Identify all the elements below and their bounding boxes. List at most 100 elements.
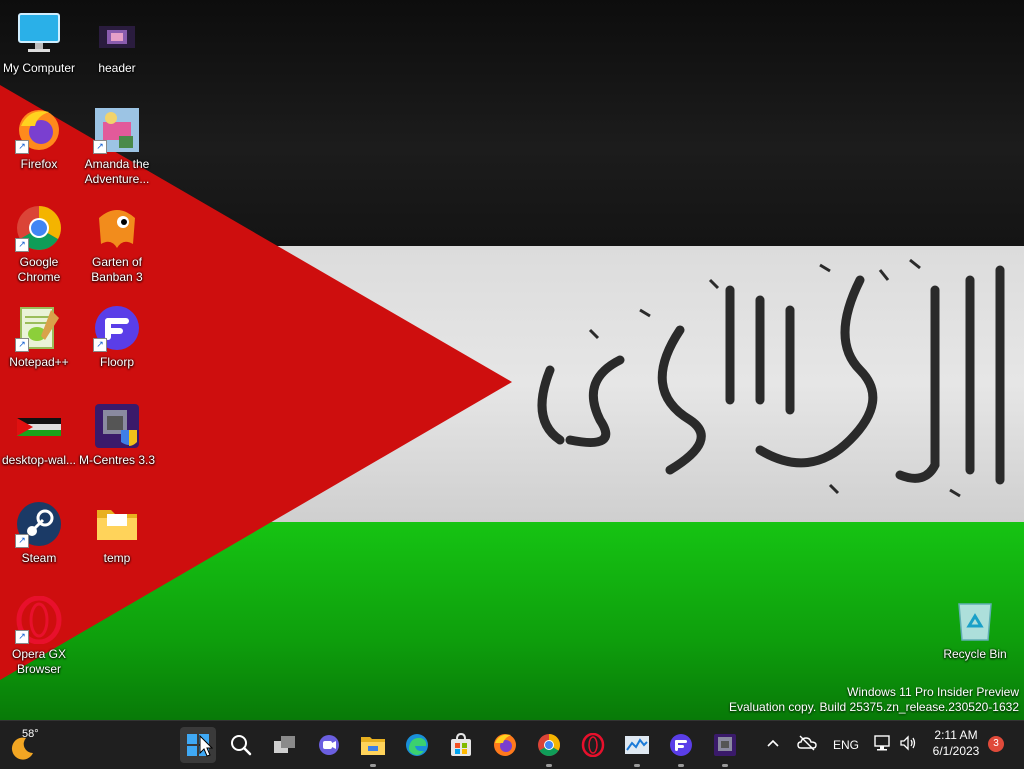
- desktop-icon-my-computer[interactable]: My Computer: [0, 10, 78, 76]
- desktop-icon-notepad-plus-plus[interactable]: ↗ Notepad++: [0, 304, 78, 370]
- search-button[interactable]: [225, 729, 257, 761]
- shortcut-arrow-icon: ↗: [93, 140, 107, 154]
- network-icon: [874, 735, 890, 751]
- onedrive-button[interactable]: [797, 735, 819, 755]
- task-manager-button[interactable]: [621, 729, 653, 767]
- desktop-icon-label: Recycle Bin: [943, 647, 1007, 661]
- desktop-icon-google-chrome[interactable]: ↗ Google Chrome: [0, 204, 78, 285]
- game-icon: [93, 204, 141, 252]
- chat-button[interactable]: [313, 729, 345, 761]
- installer-icon: [93, 402, 141, 450]
- m-centres-taskbar-button[interactable]: [709, 729, 741, 767]
- opera-taskbar-button[interactable]: [577, 729, 609, 761]
- file-explorer-icon: [361, 737, 385, 755]
- file-explorer-button[interactable]: [357, 729, 389, 767]
- running-indicator: [370, 764, 376, 767]
- desktop-icon-header[interactable]: header: [78, 10, 156, 76]
- watermark-line-1: Windows 11 Pro Insider Preview: [847, 685, 1019, 699]
- language-indicator[interactable]: ENG: [833, 738, 859, 752]
- clock-date: 6/1/2023: [932, 744, 980, 758]
- mouse-cursor-icon: [199, 735, 213, 757]
- firefox-taskbar-button[interactable]: [489, 729, 521, 761]
- clock-time: 2:11 AM: [934, 728, 978, 742]
- running-indicator: [546, 764, 552, 767]
- clock[interactable]: 2:11 AM 6/1/2023: [928, 727, 984, 759]
- notification-badge[interactable]: 3: [988, 736, 1004, 752]
- steam-icon: ↗: [15, 500, 63, 548]
- calligraphy-artwork: [537, 258, 1005, 498]
- watermark-line-2: Evaluation copy. Build 25375.zn_release.…: [729, 700, 1019, 714]
- desktop-icon-label: Notepad++: [9, 355, 69, 369]
- volume-button[interactable]: [899, 734, 919, 754]
- desktop-icon-m-centres[interactable]: M-Centres 3.3: [78, 402, 156, 468]
- firefox-icon: [494, 734, 516, 756]
- evaluation-watermark: Windows 11 Pro Insider Preview Evaluatio…: [729, 685, 1019, 715]
- shortcut-arrow-icon: ↗: [15, 140, 29, 154]
- desktop-icon-label: Steam: [21, 551, 57, 565]
- chat-icon: [319, 735, 339, 755]
- desktop-icon-label: Floorp: [99, 355, 134, 369]
- desktop-icon-label: Firefox: [20, 157, 58, 171]
- show-hidden-icons-button[interactable]: [766, 735, 784, 755]
- running-indicator: [634, 764, 640, 767]
- running-indicator: [722, 764, 728, 767]
- desktop-icon-label: Google Chrome: [17, 255, 61, 284]
- desktop-icon-steam[interactable]: ↗ Steam: [0, 500, 78, 566]
- task-view-icon: [274, 736, 295, 753]
- desktop-icon-label: temp: [103, 551, 131, 565]
- chrome-icon: ↗: [15, 204, 63, 252]
- store-button[interactable]: [445, 729, 477, 761]
- desktop-icon-label: Garten of Banban 3: [91, 255, 143, 284]
- shortcut-arrow-icon: ↗: [15, 534, 29, 548]
- image-file-icon: [93, 10, 141, 58]
- game-icon: ↗: [93, 106, 141, 154]
- task-view-button[interactable]: [269, 729, 301, 761]
- desktop-icon-amanda[interactable]: ↗ Amanda the Adventure...: [78, 106, 156, 187]
- desktop-icon-label: Amanda the Adventure...: [84, 157, 150, 186]
- desktop-icon-label: My Computer: [2, 61, 76, 75]
- floorp-taskbar-button[interactable]: [665, 729, 697, 767]
- weather-widget[interactable]: 58°: [8, 727, 58, 763]
- edge-button[interactable]: [401, 729, 433, 761]
- desktop-icon-temp[interactable]: temp: [78, 500, 156, 566]
- chrome-taskbar-button[interactable]: [533, 729, 565, 767]
- network-status-button[interactable]: [874, 734, 894, 754]
- shortcut-arrow-icon: ↗: [15, 338, 29, 352]
- store-icon: [451, 733, 471, 756]
- recycle-bin-icon: [951, 596, 999, 644]
- shortcut-arrow-icon: ↗: [93, 338, 107, 352]
- desktop-icon-recycle-bin[interactable]: Recycle Bin: [936, 596, 1014, 662]
- task-manager-icon: [625, 736, 649, 754]
- desktop-icon-garten-of-banban[interactable]: Garten of Banban 3: [78, 204, 156, 285]
- taskbar: 58° ENG 2:11 AM 6/1/2023 3: [0, 720, 1024, 769]
- opera-icon: ↗: [15, 595, 63, 645]
- desktop-icon-opera-gx[interactable]: ↗ Opera GX Browser: [0, 595, 78, 677]
- installer-icon: [714, 734, 736, 756]
- chevron-up-icon: [767, 739, 779, 747]
- shortcut-arrow-icon: ↗: [15, 238, 29, 252]
- desktop-icon-desktop-wallpaper[interactable]: desktop-wal...: [0, 402, 78, 468]
- desktop-icon-label: desktop-wal...: [1, 453, 77, 467]
- cloud-offline-icon: [797, 735, 817, 751]
- firefox-icon: ↗: [15, 106, 63, 154]
- desktop-icon-firefox[interactable]: ↗ Firefox: [0, 106, 78, 172]
- opera-icon: [581, 733, 605, 757]
- search-icon: [231, 735, 252, 756]
- edge-icon: [406, 734, 428, 756]
- desktop-icon-label: Opera GX Browser: [11, 647, 67, 676]
- floorp-icon: [670, 734, 692, 756]
- floorp-icon: ↗: [93, 304, 141, 352]
- image-file-icon: [15, 402, 63, 450]
- notification-count: 3: [993, 738, 999, 749]
- monitor-icon: [15, 10, 63, 58]
- desktop-icon-label: header: [98, 61, 136, 75]
- notepad-icon: ↗: [15, 304, 63, 352]
- folder-icon: [93, 500, 141, 548]
- desktop-icon-floorp[interactable]: ↗ Floorp: [78, 304, 156, 370]
- shortcut-arrow-icon: ↗: [15, 630, 29, 644]
- chrome-icon: [538, 734, 560, 756]
- speaker-icon: [900, 735, 916, 751]
- weather-temperature: 58°: [22, 728, 39, 740]
- running-indicator: [678, 764, 684, 767]
- desktop-icon-label: M-Centres 3.3: [78, 453, 156, 467]
